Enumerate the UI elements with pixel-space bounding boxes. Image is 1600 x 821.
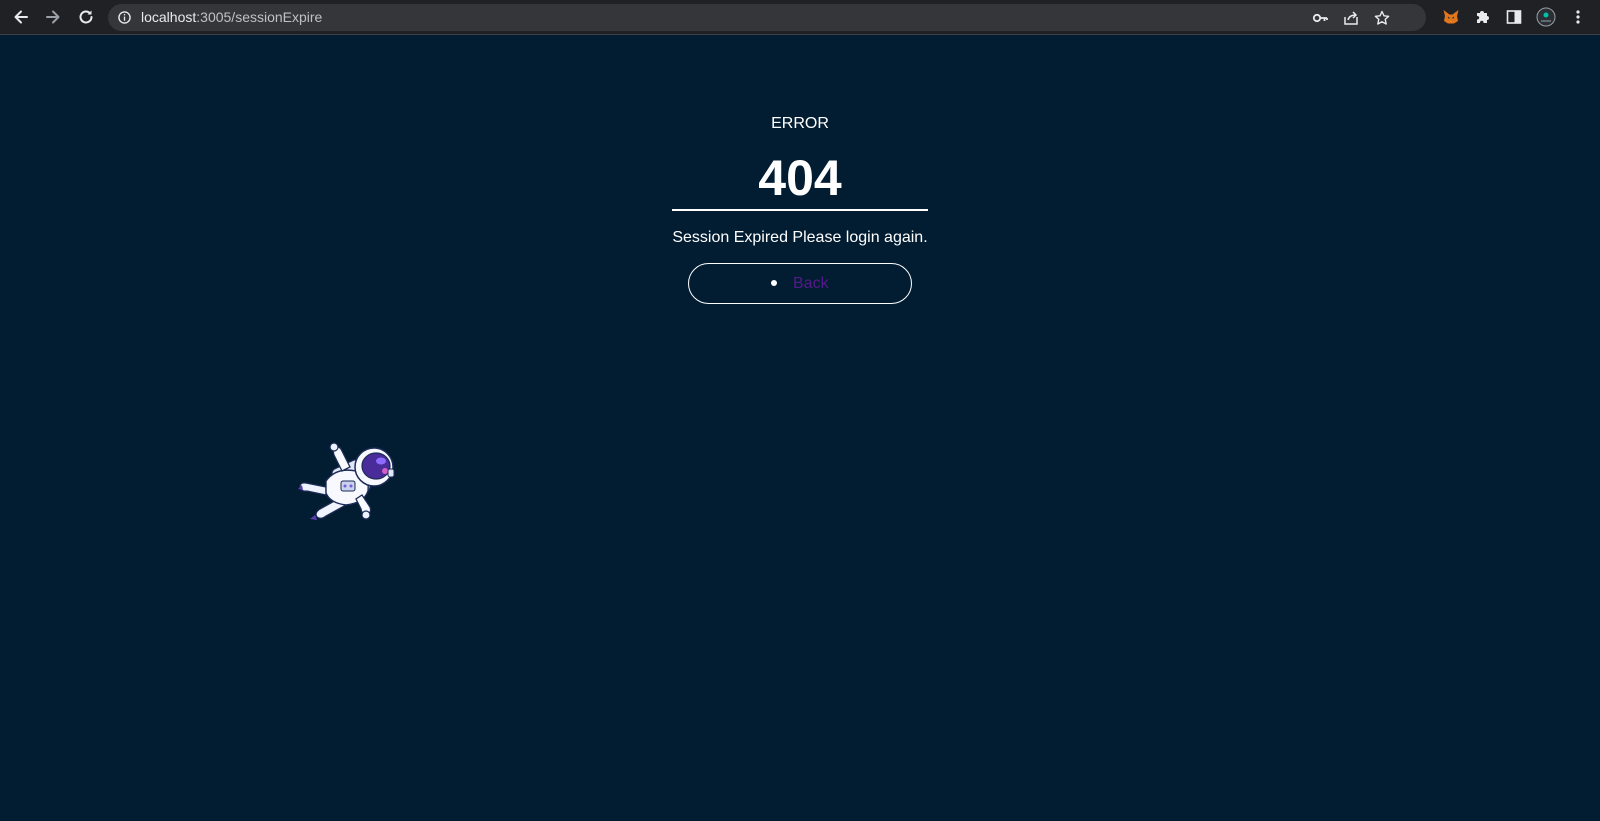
- divider: [672, 209, 928, 211]
- astronaut-illustration: [296, 441, 402, 521]
- forward-arrow-icon[interactable]: [41, 5, 65, 29]
- browser-toolbar: localhost:3005/sessionExpire: [0, 0, 1600, 35]
- share-icon[interactable]: [1342, 9, 1360, 27]
- side-panel-icon[interactable]: [1503, 6, 1525, 28]
- session-expired-message: Session Expired Please login again.: [672, 229, 928, 246]
- metamask-fox-icon[interactable]: [1440, 6, 1462, 28]
- profile-avatar-icon[interactable]: [1535, 6, 1557, 28]
- list-bullet: [771, 280, 777, 286]
- back-arrow-icon[interactable]: [9, 5, 33, 29]
- back-button[interactable]: Back: [688, 263, 912, 304]
- puzzle-icon[interactable]: [1471, 6, 1493, 28]
- url-path: :3005/sessionExpire: [196, 9, 323, 25]
- info-icon[interactable]: [118, 11, 131, 29]
- back-link[interactable]: Back: [793, 274, 829, 294]
- url-host: localhost: [141, 9, 197, 25]
- kebab-menu-icon[interactable]: [1567, 6, 1589, 28]
- error-label: ERROR: [771, 115, 829, 132]
- key-icon[interactable]: [1311, 9, 1329, 27]
- url-text[interactable]: localhost:3005/sessionExpire: [141, 9, 322, 26]
- address-bar[interactable]: localhost:3005/sessionExpire: [108, 4, 1426, 31]
- reload-icon[interactable]: [74, 5, 98, 29]
- page-content: ERROR 404 Session Expired Please login a…: [0, 35, 1600, 821]
- error-code: 404: [758, 150, 842, 206]
- star-icon[interactable]: [1373, 9, 1391, 27]
